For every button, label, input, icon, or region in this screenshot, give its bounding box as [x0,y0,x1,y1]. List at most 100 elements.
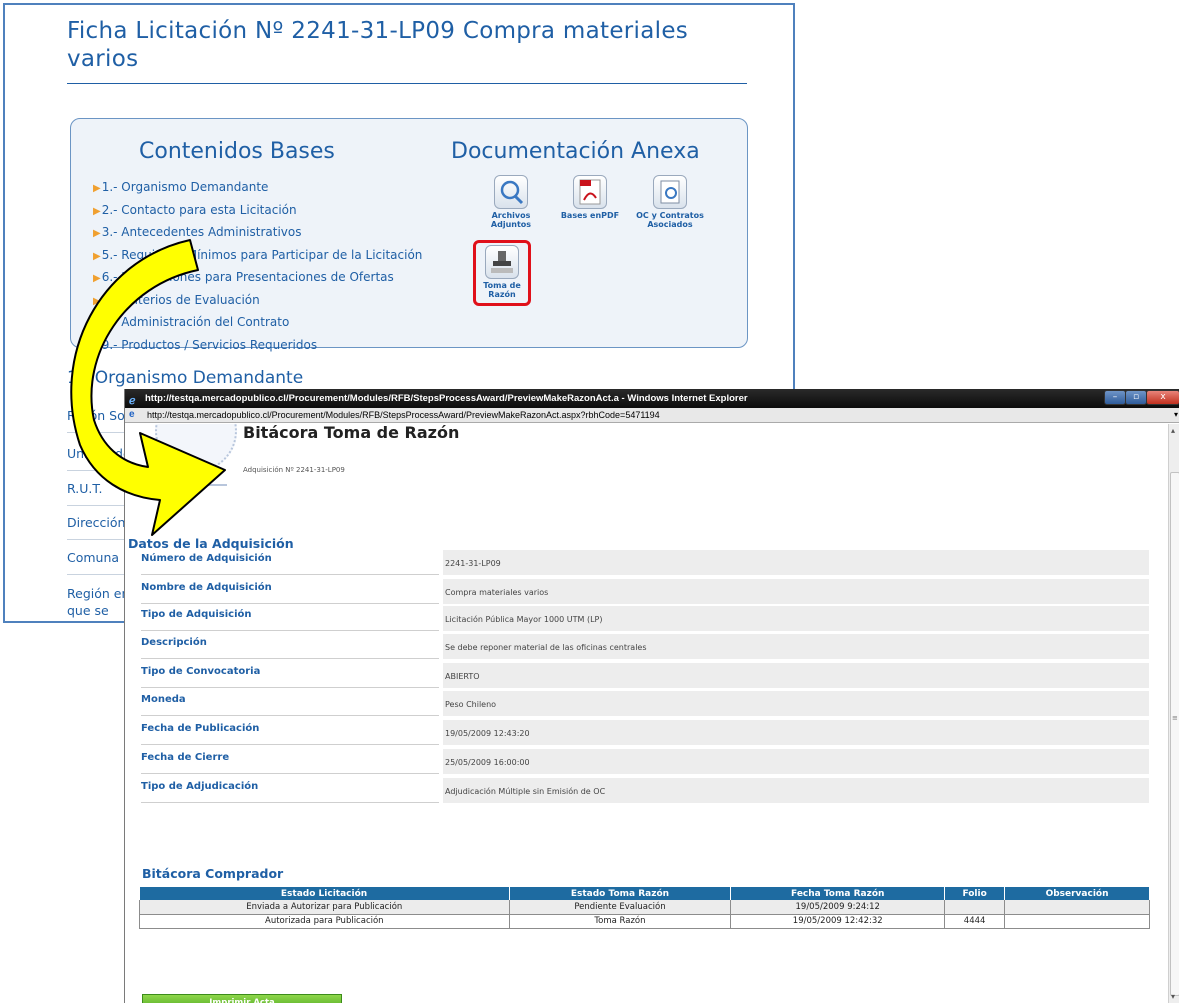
data-value: Se debe reponer material de las oficinas… [443,634,1149,659]
scroll-down-icon[interactable]: ▾ [1171,992,1175,1001]
data-value: ABIERTO [443,663,1149,688]
column-header: Folio [944,887,1006,900]
annex-oc-contratos[interactable]: OC y Contratos Asociados [635,175,705,229]
table-cell: 19/05/2009 12:42:32 [730,914,946,929]
print-acta-button[interactable]: Imprimir Acta [142,994,342,1003]
page-icon: e [129,409,135,420]
scroll-up-icon[interactable]: ▴ [1171,426,1175,435]
contents-list: ▶1.- Organismo Demandante ▶2.- Contacto … [93,177,422,357]
attachments-icon [494,175,528,209]
data-row: Número de Adquisición 2241-31-LP09 [141,547,1149,575]
field-label: Dirección [67,515,126,530]
table-cell [1004,900,1150,915]
data-label: Tipo de Adquisición [141,603,439,631]
contents-link-8[interactable]: ▶8.- Administración del Contrato [93,312,422,335]
bullet-arrow-icon: ▶ [93,295,101,307]
table-cell: Enviada a Autorizar para Publicación [139,900,510,915]
table-cell: 4444 [944,914,1006,929]
window-titlebar[interactable]: ℯ http://testqa.mercadopublico.cl/Procur… [125,389,1179,408]
annex-toma-de-razon[interactable]: Toma de Razón [473,240,531,306]
vertical-scrollbar[interactable]: ▴ ≡ ▾ [1168,424,1179,1003]
bullet-arrow-icon: ▶ [93,340,101,352]
data-row: Fecha de Cierre 25/05/2009 16:00:00 [141,746,1149,774]
column-header: Estado Toma Razón [509,887,732,900]
data-value: 2241-31-LP09 [443,550,1149,575]
table-cell: 19/05/2009 9:24:12 [730,900,946,915]
contents-link-2[interactable]: ▶2.- Contacto para esta Licitación [93,200,422,223]
data-label: Fecha de Publicación [141,717,439,745]
bitacora-table: Estado Licitación Estado Toma Razón Fech… [139,887,1150,929]
address-url[interactable]: http://testqa.mercadopublico.cl/Procurem… [147,410,660,420]
contents-link-5[interactable]: ▶5.- Requisitos Mínimos para Participar … [93,245,422,268]
data-label: Fecha de Cierre [141,746,439,774]
ficha-title: Ficha Licitación Nº 2241-31-LP09 Compra … [67,18,689,72]
contents-heading: Contenidos Bases [139,139,335,164]
field-label: Comuna [67,550,120,565]
bullet-arrow-icon: ▶ [93,205,101,217]
data-label: Tipo de Adjudicación [141,775,439,803]
annex-bases-pdf[interactable]: Bases enPDF [555,175,625,220]
data-row: Moneda Peso Chileno [141,688,1149,716]
maximize-button[interactable]: ▫ [1125,390,1147,405]
pdf-icon [573,175,607,209]
window-title: http://testqa.mercadopublico.cl/Procurem… [145,393,748,404]
bitacora-section-title: Bitácora Comprador [142,866,284,881]
close-button[interactable]: x [1146,390,1179,405]
section-title: 1.- Organismo Demandante [67,368,304,388]
annex-heading: Documentación Anexa [451,139,700,164]
data-label: Nombre de Adquisición [141,576,439,604]
ie-logo-icon: ℯ [129,395,136,407]
contents-panel: Contenidos Bases Documentación Anexa ▶1.… [70,118,748,352]
data-row: Descripción Se debe reponer material de … [141,631,1149,659]
contents-link-7[interactable]: ▶7.- Criterios de Evaluación [93,290,422,313]
minimize-button[interactable]: – [1104,390,1126,405]
data-label: Tipo de Convocatoria [141,660,439,688]
contents-link-1[interactable]: ▶1.- Organismo Demandante [93,177,422,200]
page-subtitle: Adquisición Nº 2241-31-LP09 [243,466,345,474]
address-bar[interactable]: e http://testqa.mercadopublico.cl/Procur… [125,408,1179,423]
chevron-down-icon[interactable]: ▾ [1174,408,1178,422]
data-row: Tipo de Adquisición Licitación Pública M… [141,603,1149,631]
chilecompra-logo [155,424,237,472]
data-value: 25/05/2009 16:00:00 [443,749,1149,774]
page-title: Bitácora Toma de Razón [243,424,460,442]
table-row: Autorizada para Publicación Toma Razón 1… [139,914,1150,929]
data-label: Descripción [141,631,439,659]
stamp-icon [485,245,519,279]
contents-link-3[interactable]: ▶3.- Antecedentes Administrativos [93,222,422,245]
bullet-arrow-icon: ▶ [93,228,101,239]
logo-underline [163,484,227,486]
column-header: Estado Licitación [139,887,510,900]
bullet-arrow-icon: ▶ [93,318,101,329]
data-value: Peso Chileno [443,691,1149,716]
page-content: ico.cl Bitácora Toma de Razón Adquisició… [125,424,1168,1003]
ie-window: ℯ http://testqa.mercadopublico.cl/Procur… [124,389,1179,1003]
data-label: Moneda [141,688,439,716]
data-label: Número de Adquisición [141,547,439,575]
contents-link-9[interactable]: ▶9.- Productos / Servicios Requeridos [93,335,422,358]
data-row: Nombre de Adquisición Compra materiales … [141,576,1149,604]
data-row: Tipo de Convocatoria ABIERTO [141,660,1149,688]
title-divider [67,83,747,84]
column-header: Observación [1004,887,1150,900]
data-value: Licitación Pública Mayor 1000 UTM (LP) [443,606,1149,631]
table-cell [1004,914,1150,929]
bullet-arrow-icon: ▶ [93,250,101,262]
bullet-arrow-icon: ▶ [93,273,101,284]
contents-link-6[interactable]: ▶6.- Instrucciones para Presentaciones d… [93,267,422,290]
table-cell: Pendiente Evaluación [509,900,732,915]
data-row: Tipo de Adjudicación Adjudicación Múltip… [141,775,1149,803]
data-value: Compra materiales varios [443,579,1149,604]
annex-archivos-adjuntos[interactable]: Archivos Adjuntos [476,175,546,229]
logo-text: ico.cl [172,468,193,477]
bullet-arrow-icon: ▶ [93,183,101,194]
field-label: R.U.T. [67,481,103,496]
data-value: Adjudicación Múltiple sin Emisión de OC [443,778,1149,803]
table-row: Enviada a Autorizar para Publicación Pen… [139,900,1150,915]
column-header: Fecha Toma Razón [730,887,946,900]
table-cell: Toma Razón [509,914,732,929]
table-cell: Autorizada para Publicación [139,914,510,929]
data-value: 19/05/2009 12:43:20 [443,720,1149,745]
table-cell [944,900,1006,915]
scrollbar-thumb[interactable] [1170,472,1179,996]
